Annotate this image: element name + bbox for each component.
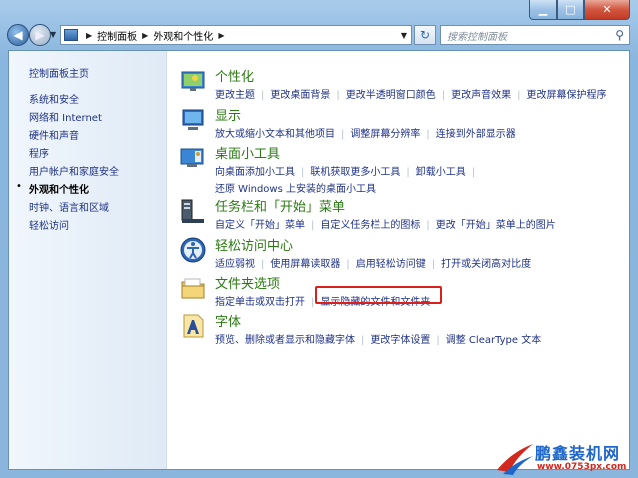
- recent-pages-dropdown-icon[interactable]: ▼: [50, 30, 56, 39]
- link-change-screensaver[interactable]: 更改屏幕保护程序: [527, 86, 607, 101]
- folder-options-icon[interactable]: [179, 274, 207, 302]
- link-resolution[interactable]: 调整屏幕分辨率: [350, 125, 420, 140]
- link-single-double-click[interactable]: 指定单击或双击打开: [215, 293, 305, 308]
- caption-buttons: ▁ □ ✕: [529, 0, 630, 20]
- link-change-background[interactable]: 更改桌面背景: [270, 86, 330, 101]
- fonts-icon[interactable]: [179, 312, 207, 340]
- close-icon: ✕: [602, 3, 612, 16]
- link-zoom-text[interactable]: 放大或缩小文本和其他项目: [215, 125, 335, 140]
- chevron-right-icon[interactable]: ▶: [218, 31, 224, 40]
- link-preview-fonts[interactable]: 预览、删除或者显示和隐藏字体: [215, 331, 355, 346]
- address-dropdown-icon[interactable]: ▼: [401, 31, 407, 40]
- watermark: 鹏鑫装机网 www.0753px.com: [495, 440, 635, 478]
- maximize-icon: □: [565, 3, 576, 16]
- link-change-theme[interactable]: 更改主题: [215, 86, 255, 101]
- gadgets-icon[interactable]: [179, 144, 207, 172]
- link-screen-reader[interactable]: 使用屏幕读取器: [270, 255, 340, 270]
- taskbar-icon[interactable]: [179, 197, 207, 225]
- category-title[interactable]: 轻松访问中心: [215, 235, 293, 254]
- minimize-button[interactable]: ▁: [529, 0, 557, 20]
- active-bullet-icon: •: [16, 181, 22, 192]
- navigation-bar: ◀ ▶ ▼ ▶ 控制面板 ▶ 外观和个性化 ▶ ▼ ↻ 搜索控制面板 ⚲: [0, 20, 638, 50]
- link-restore-gadgets[interactable]: 还原 Windows 上安装的桌面小工具: [215, 180, 376, 195]
- sidebar-item-network[interactable]: 网络和 Internet: [29, 109, 102, 124]
- sidebar-item-ease-of-access[interactable]: 轻松访问: [29, 217, 69, 232]
- breadcrumb-root[interactable]: 控制面板: [97, 28, 137, 43]
- forward-button[interactable]: ▶: [29, 24, 51, 46]
- sidebar: 控制面板主页 系统和安全 网络和 Internet 硬件和声音 程序 用户帐户和…: [9, 51, 167, 469]
- sidebar-item-system-security[interactable]: 系统和安全: [29, 91, 79, 106]
- category-title[interactable]: 字体: [215, 311, 241, 330]
- link-high-contrast[interactable]: 打开或关闭高对比度: [441, 255, 531, 270]
- link-external-display[interactable]: 连接到外部显示器: [436, 125, 516, 140]
- back-arrow-icon: ◀: [13, 28, 23, 42]
- link-change-window-color[interactable]: 更改半透明窗口颜色: [346, 86, 436, 101]
- sidebar-home-link[interactable]: 控制面板主页: [29, 65, 89, 80]
- sidebar-item-appearance[interactable]: 外观和个性化: [29, 181, 89, 196]
- breadcrumb-current[interactable]: 外观和个性化: [153, 28, 213, 43]
- watermark-title: 鹏鑫装机网: [535, 444, 621, 463]
- category-title[interactable]: 显示: [215, 105, 241, 124]
- content-pane: 控制面板主页 系统和安全 网络和 Internet 硬件和声音 程序 用户帐户和…: [8, 50, 630, 470]
- refresh-button[interactable]: ↻: [414, 25, 436, 45]
- forward-arrow-icon: ▶: [35, 28, 45, 42]
- link-uninstall-gadget[interactable]: 卸载小工具: [416, 163, 466, 178]
- minimize-icon: ▁: [538, 3, 548, 16]
- chevron-right-icon[interactable]: ▶: [142, 31, 148, 40]
- refresh-icon: ↻: [419, 28, 431, 42]
- link-ease-keys[interactable]: 启用轻松访问键: [356, 255, 426, 270]
- chevron-right-icon[interactable]: ▶: [86, 31, 92, 40]
- link-get-gadgets-online[interactable]: 联机获取更多小工具: [310, 163, 400, 178]
- search-input[interactable]: 搜索控制面板 ⚲: [440, 25, 630, 45]
- category-title[interactable]: 任务栏和「开始」菜单: [215, 196, 345, 215]
- category-title[interactable]: 文件夹选项: [215, 273, 280, 292]
- maximize-button[interactable]: □: [557, 0, 584, 20]
- ease-of-access-icon[interactable]: [179, 236, 207, 264]
- search-icon[interactable]: ⚲: [615, 28, 624, 42]
- sidebar-item-user-accounts[interactable]: 用户帐户和家庭安全: [29, 163, 119, 178]
- close-button[interactable]: ✕: [584, 0, 630, 20]
- window-frame: ▁ □ ✕ ◀ ▶ ▼ ▶ 控制面板 ▶ 外观和个性化 ▶ ▼ ↻ 搜索控制面板: [0, 0, 638, 478]
- address-bar[interactable]: ▶ 控制面板 ▶ 外观和个性化 ▶ ▼: [60, 25, 412, 45]
- control-panel-icon: [64, 29, 78, 41]
- watermark-logo-icon: [497, 444, 533, 475]
- back-button[interactable]: ◀: [7, 24, 29, 46]
- link-low-vision[interactable]: 适应弱视: [215, 255, 255, 270]
- personalization-icon[interactable]: [179, 67, 207, 95]
- search-placeholder: 搜索控制面板: [447, 31, 507, 43]
- category-title[interactable]: 个性化: [215, 66, 254, 85]
- link-customize-start-menu[interactable]: 自定义「开始」菜单: [215, 216, 305, 231]
- link-add-gadget[interactable]: 向桌面添加小工具: [215, 163, 295, 178]
- link-customize-taskbar-icons[interactable]: 自定义任务栏上的图标: [320, 216, 420, 231]
- link-cleartype[interactable]: 调整 ClearType 文本: [446, 331, 541, 346]
- link-change-sounds[interactable]: 更改声音效果: [451, 86, 511, 101]
- category-title[interactable]: 桌面小工具: [215, 143, 280, 162]
- sidebar-item-programs[interactable]: 程序: [29, 145, 49, 160]
- watermark-url: www.0753px.com: [537, 462, 627, 472]
- sidebar-item-clock-language[interactable]: 时钟、语言和区域: [29, 199, 109, 214]
- sidebar-item-hardware-sound[interactable]: 硬件和声音: [29, 127, 79, 142]
- link-change-start-picture[interactable]: 更改「开始」菜单上的图片: [436, 216, 556, 231]
- link-font-settings[interactable]: 更改字体设置: [370, 331, 430, 346]
- highlight-box: [315, 286, 442, 304]
- display-icon[interactable]: [179, 106, 207, 134]
